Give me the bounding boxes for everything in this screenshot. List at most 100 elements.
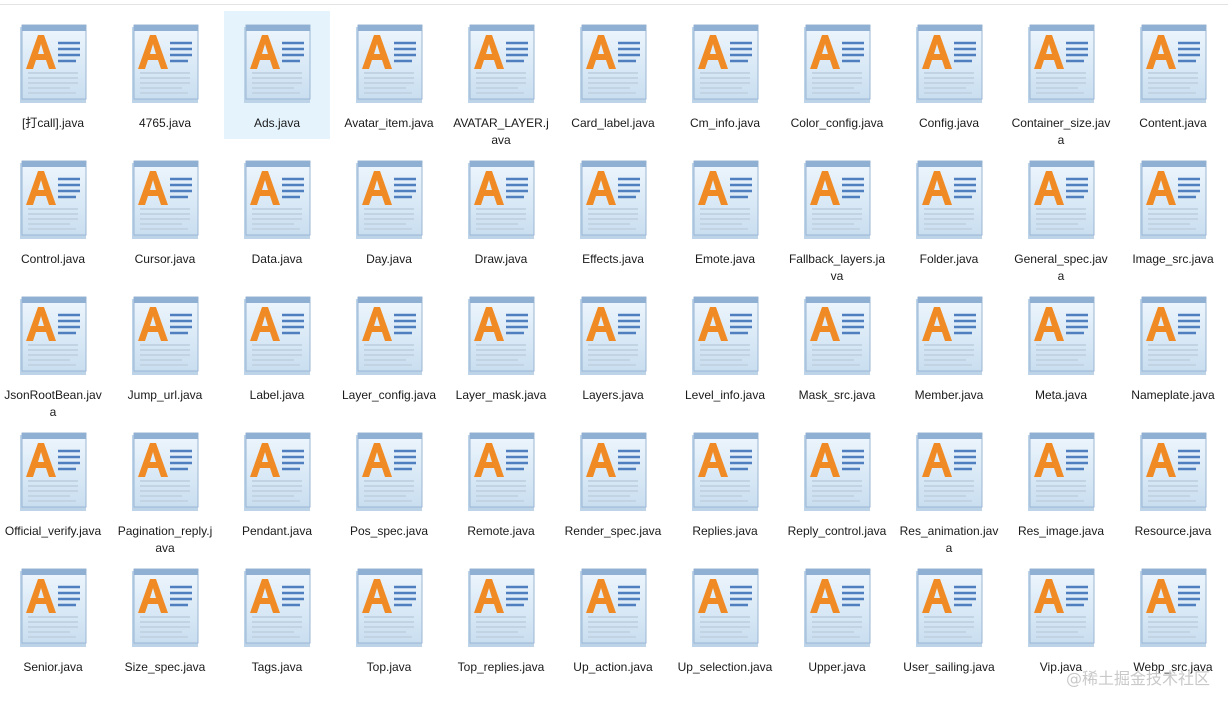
file-item[interactable]: Cursor.java <box>112 147 218 275</box>
file-item[interactable]: Config.java <box>896 11 1002 139</box>
file-name-label: Label.java <box>249 388 305 402</box>
file-item[interactable]: Pendant.java <box>224 419 330 547</box>
wordpad-document-icon <box>1028 160 1095 239</box>
file-item[interactable]: Content.java <box>1120 11 1226 139</box>
file-name-label: Jump_url.java <box>127 388 203 402</box>
file-item[interactable]: Replies.java <box>672 419 778 547</box>
file-item[interactable]: General_spec.java <box>1008 147 1114 283</box>
file-item[interactable]: Nameplate.java <box>1120 283 1226 411</box>
wordpad-document-icon <box>1028 432 1095 511</box>
wordpad-document-icon <box>132 24 199 103</box>
file-item[interactable]: Up_selection.java <box>672 555 778 683</box>
wordpad-document-icon <box>692 296 759 375</box>
file-item[interactable]: Data.java <box>224 147 330 275</box>
file-item[interactable]: Render_spec.java <box>560 419 666 547</box>
file-item[interactable]: 4765.java <box>112 11 218 139</box>
file-item[interactable]: Top_replies.java <box>448 555 554 683</box>
file-item[interactable]: Avatar_item.java <box>336 11 442 139</box>
file-name-label: 4765.java <box>138 116 192 130</box>
file-name-label: [打call].java <box>21 116 85 130</box>
file-item[interactable]: Layer_config.java <box>336 283 442 411</box>
file-item[interactable]: Layers.java <box>560 283 666 411</box>
file-name-label: Member.java <box>914 388 984 402</box>
file-item[interactable]: Container_size.java <box>1008 11 1114 147</box>
file-name-label: Emote.java <box>694 252 756 266</box>
file-item[interactable]: Res_animation.java <box>896 419 1002 555</box>
file-name-label: Mask_src.java <box>798 388 876 402</box>
file-name-label: Render_spec.java <box>564 524 662 538</box>
file-item[interactable]: User_sailing.java <box>896 555 1002 683</box>
file-name-label: Day.java <box>366 252 412 266</box>
file-item[interactable]: Mask_src.java <box>784 283 890 411</box>
file-item[interactable]: Official_verify.java <box>0 419 106 547</box>
file-item[interactable]: Effects.java <box>560 147 666 275</box>
file-item[interactable]: Emote.java <box>672 147 778 275</box>
file-name-label: Size_spec.java <box>124 660 206 674</box>
wordpad-document-icon <box>692 568 759 647</box>
file-item[interactable]: Pagination_reply.java <box>112 419 218 555</box>
file-name-label: Layers.java <box>582 388 644 402</box>
file-item[interactable]: Reply_control.java <box>784 419 890 547</box>
file-item[interactable]: Ads.java <box>224 11 330 139</box>
file-name-label: Draw.java <box>474 252 528 266</box>
file-item[interactable]: Member.java <box>896 283 1002 411</box>
file-item[interactable]: Image_src.java <box>1120 147 1226 275</box>
file-name-label: Ads.java <box>253 116 301 130</box>
wordpad-document-icon <box>804 160 871 239</box>
wordpad-document-icon <box>692 432 759 511</box>
file-name-label: Effects.java <box>582 252 644 266</box>
wordpad-document-icon <box>244 24 311 103</box>
file-item[interactable]: Top.java <box>336 555 442 683</box>
wordpad-document-icon <box>916 568 983 647</box>
file-name-label: Upper.java <box>808 660 866 674</box>
wordpad-document-icon <box>20 568 87 647</box>
wordpad-document-icon <box>468 24 535 103</box>
wordpad-document-icon <box>1140 160 1207 239</box>
file-item[interactable]: Meta.java <box>1008 283 1114 411</box>
file-icon-grid: [打call].java 4765.java Ads.java Avatar_i… <box>0 11 1228 709</box>
file-name-label: Level_info.java <box>684 388 766 402</box>
file-item[interactable]: AVATAR_LAYER.java <box>448 11 554 147</box>
file-name-label: Meta.java <box>1034 388 1088 402</box>
wordpad-document-icon <box>20 296 87 375</box>
watermark: @稀土掘金技术社区 <box>1065 669 1210 688</box>
wordpad-document-icon <box>804 296 871 375</box>
file-item[interactable]: Control.java <box>0 147 106 275</box>
file-item[interactable]: [打call].java <box>0 11 106 139</box>
wordpad-document-icon <box>20 24 87 103</box>
file-item[interactable]: Resource.java <box>1120 419 1226 547</box>
file-item[interactable]: Vip.java <box>1008 555 1114 683</box>
file-item[interactable]: Tags.java <box>224 555 330 683</box>
file-item[interactable]: Card_label.java <box>560 11 666 139</box>
file-name-label: Cursor.java <box>134 252 196 266</box>
file-item[interactable]: Day.java <box>336 147 442 275</box>
wordpad-document-icon <box>580 432 647 511</box>
file-name-label: Content.java <box>1139 116 1207 130</box>
file-item[interactable]: Cm_info.java <box>672 11 778 139</box>
wordpad-document-icon <box>356 296 423 375</box>
file-item[interactable]: Folder.java <box>896 147 1002 275</box>
file-item[interactable]: Webp_src.java <box>1120 555 1226 683</box>
file-item[interactable]: Up_action.java <box>560 555 666 683</box>
file-name-label: Replies.java <box>692 524 758 538</box>
file-item[interactable]: Pos_spec.java <box>336 419 442 547</box>
file-item[interactable]: Draw.java <box>448 147 554 275</box>
file-item[interactable]: Res_image.java <box>1008 419 1114 547</box>
file-name-label: Res_image.java <box>1017 524 1105 538</box>
file-name-label: Res_animation.java <box>899 524 999 555</box>
file-item[interactable]: Color_config.java <box>784 11 890 139</box>
file-item[interactable]: Fallback_layers.java <box>784 147 890 283</box>
file-item[interactable]: JsonRootBean.java <box>0 283 106 419</box>
file-item[interactable]: Upper.java <box>784 555 890 683</box>
file-item[interactable]: Remote.java <box>448 419 554 547</box>
file-item[interactable]: Size_spec.java <box>112 555 218 683</box>
file-item[interactable]: Jump_url.java <box>112 283 218 411</box>
file-name-label: Tags.java <box>251 660 303 674</box>
file-item[interactable]: Level_info.java <box>672 283 778 411</box>
file-item[interactable]: Layer_mask.java <box>448 283 554 411</box>
wordpad-document-icon <box>1140 432 1207 511</box>
file-item[interactable]: Label.java <box>224 283 330 411</box>
file-name-label: Config.java <box>918 116 980 130</box>
file-item[interactable]: Senior.java <box>0 555 106 683</box>
file-name-label: Avatar_item.java <box>344 116 434 130</box>
